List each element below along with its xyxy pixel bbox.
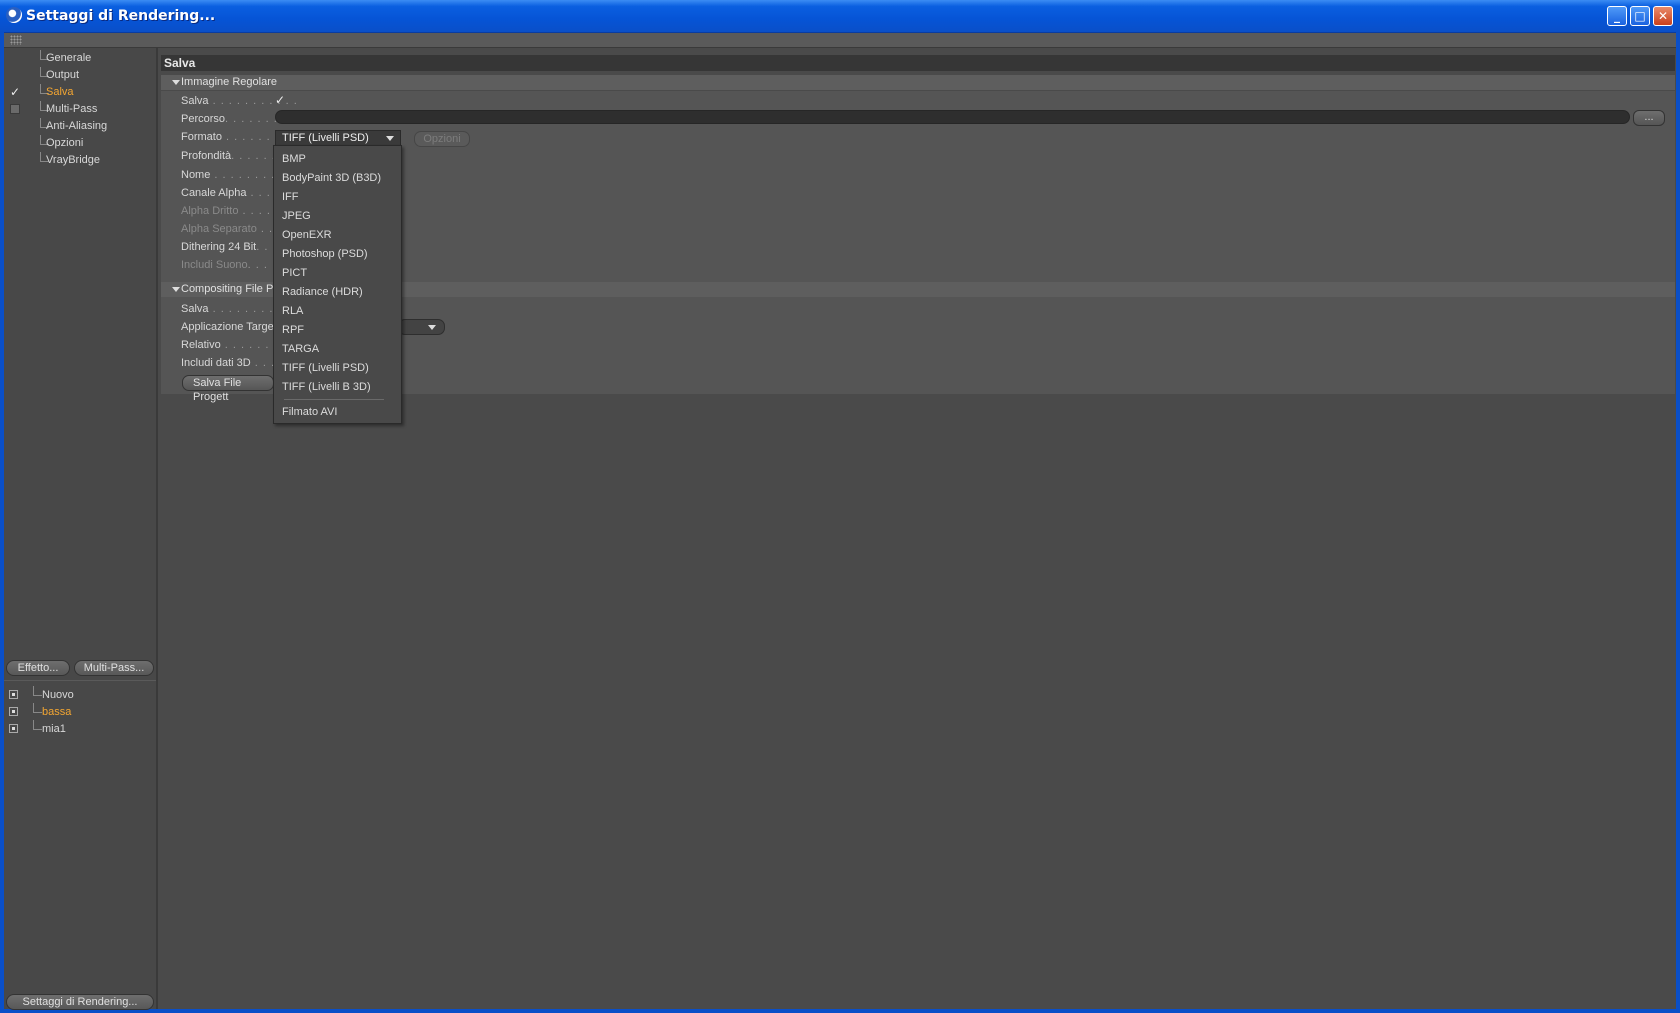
collapse-triangle-icon[interactable] xyxy=(172,287,180,292)
render-setting-mia1[interactable]: mia1 xyxy=(4,720,156,736)
menu-item[interactable]: JPEG xyxy=(282,207,311,225)
row-alpha-separato: Alpha Separato . . . xyxy=(181,223,282,235)
sidebar-item-output[interactable]: Output xyxy=(4,67,156,83)
app-icon xyxy=(6,7,22,23)
maximize-button[interactable]: □ xyxy=(1630,6,1650,26)
checkbox-icon[interactable] xyxy=(10,104,20,114)
menu-item[interactable]: IFF xyxy=(282,188,299,206)
format-dropdown-menu: BMP BodyPaint 3D (B3D) IFF JPEG OpenEXR … xyxy=(273,145,402,424)
render-setting-bassa[interactable]: bassa xyxy=(4,703,156,719)
section-title: Compositing File Pr xyxy=(181,283,277,295)
section-title: Immagine Regolare xyxy=(181,76,277,88)
sidebar-item-generale[interactable]: Generale xyxy=(4,50,156,66)
sidebar-item-anti-aliasing[interactable]: Anti-Aliasing xyxy=(4,118,156,134)
row-includi-dati: Includi dati 3D . . . . xyxy=(181,357,284,369)
options-button[interactable]: Opzioni xyxy=(414,131,470,147)
format-select[interactable]: TIFF (Livelli PSD) xyxy=(275,130,401,146)
sidebar: Generale Output ✓ Salva Multi-Pass Anti-… xyxy=(4,48,158,1010)
render-setting-label: mia1 xyxy=(42,723,66,735)
menu-item[interactable]: PICT xyxy=(282,264,307,282)
effect-button[interactable]: Effetto... xyxy=(6,660,70,676)
sidebar-item-label: Multi-Pass xyxy=(46,103,98,115)
render-setting-label: bassa xyxy=(42,706,72,718)
menu-item[interactable]: RLA xyxy=(282,302,303,320)
tree-line xyxy=(33,703,42,713)
check-icon[interactable]: ✓ xyxy=(10,86,20,98)
sidebar-item-salva[interactable]: ✓ Salva xyxy=(4,84,156,100)
chevron-down-icon xyxy=(428,325,436,330)
maximize-icon: □ xyxy=(1634,9,1646,23)
menu-item[interactable]: RPF xyxy=(282,321,304,339)
row-includi-suono: Includi Suono. . . . . xyxy=(181,259,285,271)
chevron-down-icon xyxy=(386,136,394,141)
salva-checkbox[interactable]: ✓ xyxy=(275,94,287,106)
sidebar-item-label: Opzioni xyxy=(46,137,84,149)
menu-item[interactable]: TARGA xyxy=(282,340,319,358)
save-project-file-button[interactable]: Salva File Progett xyxy=(182,375,274,403)
menu-item[interactable]: Photoshop (PSD) xyxy=(282,245,368,263)
grip-icon[interactable] xyxy=(10,35,22,45)
window-frame-bottom xyxy=(0,1009,1680,1013)
close-icon: ✕ xyxy=(1657,9,1669,23)
sidebar-item-label: VrayBridge xyxy=(46,154,101,166)
row-dithering: Dithering 24 Bit. . . xyxy=(181,241,277,253)
menu-item[interactable]: BodyPaint 3D (B3D) xyxy=(282,169,381,187)
menu-separator xyxy=(284,399,384,400)
toolbar xyxy=(4,33,1676,48)
menu-item[interactable]: Radiance (HDR) xyxy=(282,283,363,301)
tree-line xyxy=(33,686,42,696)
browse-button[interactable]: ... xyxy=(1633,110,1665,126)
row-percorso: Percorso. . . . . . . . xyxy=(181,113,286,125)
row-profondita: Profondità. . . . . . . xyxy=(181,150,284,162)
collapse-triangle-icon[interactable] xyxy=(172,80,180,85)
window-title-bar[interactable]: Settaggi di Rendering... _ □ ✕ xyxy=(0,0,1680,33)
minimize-icon: _ xyxy=(1614,9,1620,23)
close-button[interactable]: ✕ xyxy=(1653,6,1673,26)
minimize-button[interactable]: _ xyxy=(1607,6,1627,26)
menu-item[interactable]: TIFF (Livelli B 3D) xyxy=(282,378,371,396)
sidebar-item-label: Output xyxy=(46,69,80,81)
page-title: Salva xyxy=(161,55,1675,71)
row-alpha-dritto: Alpha Dritto . . . . . xyxy=(181,205,280,217)
window-title: Settaggi di Rendering... xyxy=(26,8,216,24)
target-app-select[interactable] xyxy=(398,319,445,335)
render-setting-icon[interactable] xyxy=(9,724,18,733)
render-settings-button[interactable]: Settaggi di Rendering... xyxy=(6,994,154,1010)
render-setting-icon[interactable] xyxy=(9,690,18,699)
menu-item[interactable]: OpenEXR xyxy=(282,226,332,244)
sidebar-item-label: Anti-Aliasing xyxy=(46,120,108,132)
multi-pass-button[interactable]: Multi-Pass... xyxy=(74,660,154,676)
render-setting-icon[interactable] xyxy=(9,707,18,716)
sidebar-item-multi-pass[interactable]: Multi-Pass xyxy=(4,101,156,117)
row-canale-alpha: Canale Alpha . . . . . xyxy=(181,187,288,199)
sidebar-item-label: Salva xyxy=(46,86,74,98)
menu-item-avi[interactable]: Filmato AVI xyxy=(282,403,337,421)
row-applicazione: Applicazione Targe xyxy=(181,321,274,333)
section-immagine-regolare[interactable]: Immagine Regolare xyxy=(161,75,1675,90)
menu-item[interactable]: TIFF (Livelli PSD) xyxy=(282,359,369,377)
sidebar-item-opzioni[interactable]: Opzioni xyxy=(4,135,156,151)
render-setting-label: Nuovo xyxy=(42,689,74,701)
tree-line xyxy=(33,720,42,730)
window-frame-right xyxy=(1676,32,1680,1013)
format-select-value: TIFF (Livelli PSD) xyxy=(282,132,369,144)
sidebar-item-label: Generale xyxy=(46,52,92,64)
sidebar-item-vraybridge[interactable]: VrayBridge xyxy=(4,152,156,168)
menu-item[interactable]: BMP xyxy=(282,150,306,168)
render-setting-nuovo[interactable]: Nuovo xyxy=(4,686,156,702)
sidebar-divider xyxy=(4,680,156,681)
path-input[interactable] xyxy=(275,110,1630,124)
